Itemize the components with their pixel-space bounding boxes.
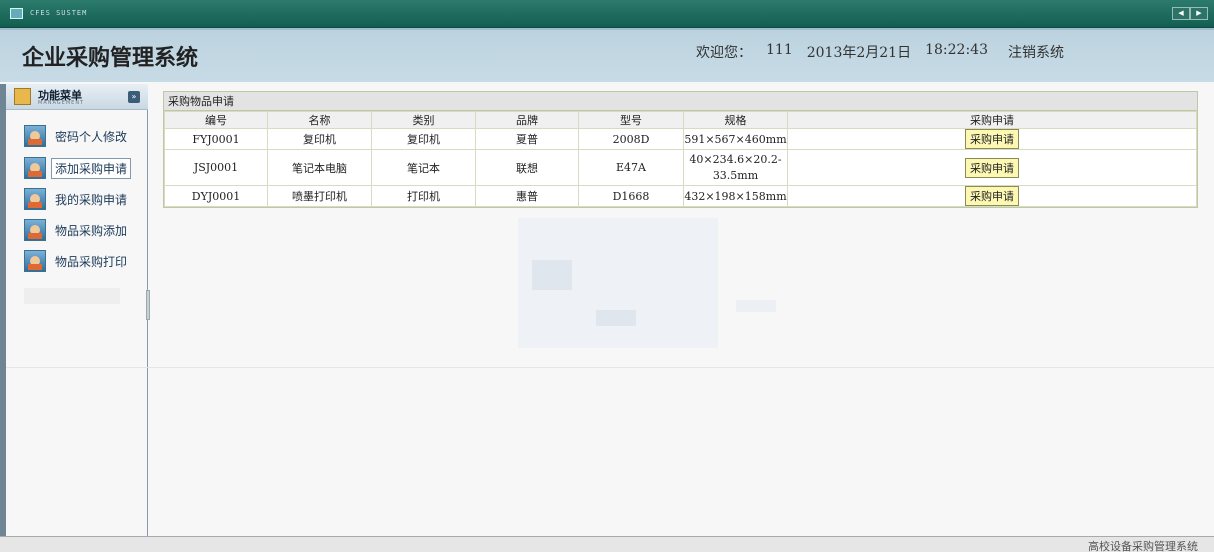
cell-model: E47A <box>578 149 684 186</box>
purchase-table: 编号 名称 类别 品牌 型号 规格 采购申请 FYJ0001 复印机 复印机 夏… <box>164 111 1197 207</box>
menu-item-add-item[interactable]: 物品采购添加 <box>24 218 152 242</box>
page-title: 企业采购管理系统 <box>22 45 199 71</box>
menu-icon <box>14 88 31 105</box>
table-row: DYJ0001 喷墨打印机 打印机 惠普 D1668 432×198×158mm… <box>164 185 1197 207</box>
welcome-label: 欢迎您： <box>696 45 752 61</box>
menu-item-my-requests[interactable]: 我的采购申请 <box>24 187 152 211</box>
cell-brand: 惠普 <box>475 185 579 207</box>
divider-line <box>6 367 1214 368</box>
cell-name: 笔记本电脑 <box>267 149 372 186</box>
menu-item-label: 密码个人修改 <box>55 129 128 144</box>
column-header: 采购申请 <box>787 111 1197 129</box>
cell-name: 喷墨打印机 <box>267 185 372 207</box>
cell-id: JSJ0001 <box>164 149 268 186</box>
app-logo-icon <box>10 8 23 19</box>
brand-text: CFES SUSTEM <box>30 9 88 17</box>
watermark-graphic <box>736 300 776 312</box>
main-content: 采购物品申请 编号 名称 类别 品牌 型号 规格 采购申请 FYJ0001 复印… <box>150 84 1214 536</box>
status-bar: 高校设备采购管理系统 <box>0 536 1214 552</box>
user-icon <box>24 125 46 147</box>
watermark-graphic <box>596 310 636 326</box>
table-row: FYJ0001 复印机 复印机 夏普 2008D 591×567×460mm 采… <box>164 128 1197 150</box>
cell-spec: 432×198×158mm <box>683 185 788 207</box>
user-icon <box>24 157 46 179</box>
column-header: 编号 <box>164 111 268 129</box>
user-icon <box>24 250 46 272</box>
collapse-toggle-icon[interactable]: » <box>128 91 140 103</box>
placeholder-bar <box>24 288 120 304</box>
user-info: 欢迎您： 111 2013年2月21日 18:22:43 <box>696 42 988 62</box>
column-header: 名称 <box>267 111 372 129</box>
menu-item-label: 添加采购申请 <box>51 157 132 179</box>
time-text: 18:22:43 <box>925 42 988 58</box>
cell-action: 采购申请 <box>787 185 1197 207</box>
username: 111 <box>766 42 793 58</box>
column-header: 类别 <box>371 111 476 129</box>
purchase-request-button[interactable]: 采购申请 <box>965 157 1019 178</box>
column-header: 规格 <box>683 111 788 129</box>
menu-item-password[interactable]: 密码个人修改 <box>24 124 152 148</box>
cell-spec: 591×567×460mm <box>683 128 788 150</box>
cell-model: D1668 <box>578 185 684 207</box>
menu-item-label: 物品采购添加 <box>55 223 128 238</box>
cell-action: 采购申请 <box>787 128 1197 150</box>
cell-model: 2008D <box>578 128 684 150</box>
cell-brand: 夏普 <box>475 128 579 150</box>
table-header-row: 编号 名称 类别 品牌 型号 规格 采购申请 <box>164 111 1197 129</box>
purchase-request-button[interactable]: 采购申请 <box>965 129 1019 149</box>
purchase-request-button[interactable]: 采购申请 <box>965 186 1019 206</box>
cell-brand: 联想 <box>475 149 579 186</box>
cell-action: 采购申请 <box>787 149 1197 186</box>
menu-item-print[interactable]: 物品采购打印 <box>24 249 152 273</box>
logout-link[interactable]: 注销系统 <box>1008 42 1064 62</box>
menu-subtitle: MANAGEMENT <box>38 100 85 106</box>
menu-header: 功能菜单 MANAGEMENT » <box>6 84 148 110</box>
prev-arrow-icon[interactable]: ◀ <box>1172 7 1190 20</box>
cell-category: 复印机 <box>371 128 476 150</box>
menu-item-add-request[interactable]: 添加采购申请 <box>24 156 152 180</box>
cell-category: 笔记本 <box>371 149 476 186</box>
user-icon <box>24 188 46 210</box>
cell-name: 复印机 <box>267 128 372 150</box>
menu-item-label: 物品采购打印 <box>55 254 128 269</box>
table-row: JSJ0001 笔记本电脑 笔记本 联想 E47A 40×234.6×20.2-… <box>164 149 1197 186</box>
next-arrow-icon[interactable]: ▶ <box>1190 7 1208 20</box>
cell-id: FYJ0001 <box>164 128 268 150</box>
sidebar: 功能菜单 MANAGEMENT » 密码个人修改 添加采购申请 我的采购申请 物… <box>6 84 148 536</box>
footer-text: 高校设备采购管理系统 <box>1088 540 1198 552</box>
window-nav: ◀ ▶ <box>1172 7 1208 20</box>
purchase-grid: 采购物品申请 编号 名称 类别 品牌 型号 规格 采购申请 FYJ0001 复印… <box>163 91 1198 208</box>
date-text: 2013年2月21日 <box>806 45 912 61</box>
column-header: 型号 <box>578 111 684 129</box>
page-header: 企业采购管理系统 欢迎您： 111 2013年2月21日 18:22:43 注销… <box>0 28 1214 82</box>
watermark-graphic <box>532 260 572 290</box>
user-icon <box>24 219 46 241</box>
column-header: 品牌 <box>475 111 579 129</box>
cell-id: DYJ0001 <box>164 185 268 207</box>
grid-title: 采购物品申请 <box>164 92 1197 111</box>
cell-category: 打印机 <box>371 185 476 207</box>
window-titlebar: CFES SUSTEM ◀ ▶ <box>0 0 1214 28</box>
cell-spec: 40×234.6×20.2-33.5mm <box>683 149 788 186</box>
menu-item-label: 我的采购申请 <box>55 192 128 207</box>
